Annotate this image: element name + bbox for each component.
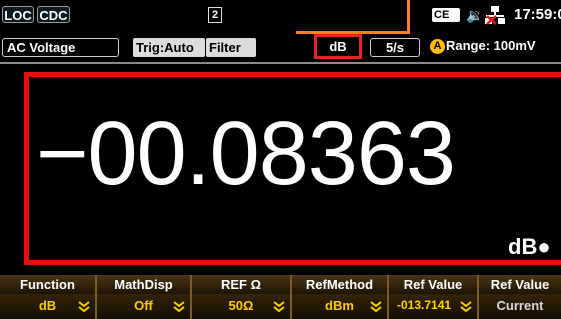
softkey-mathdisp[interactable]: MathDisp Off <box>97 275 190 319</box>
softkey-function[interactable]: Function dB <box>0 275 95 319</box>
chevron-down-icon <box>460 301 472 313</box>
callout-pointer-vertical <box>407 0 410 33</box>
clock: 17:59:00 <box>514 6 561 23</box>
softkey-ref-ohm[interactable]: REF Ω 50Ω <box>192 275 290 319</box>
softkey-ref-ohm-label: REF Ω <box>192 275 290 294</box>
mode-indicator: AC Voltage <box>2 38 119 57</box>
cdc-badge: CDC <box>37 6 70 23</box>
softkey-ref-value-label: Ref Value <box>389 275 477 294</box>
unit-label: dB <box>508 234 538 259</box>
reading-unit: dB● <box>508 234 551 260</box>
range-indicator: A Range: 100mV <box>430 38 561 57</box>
softkey-refmethod[interactable]: RefMethod dBm <box>292 275 387 319</box>
chevron-down-icon <box>370 301 382 313</box>
trigger-indicator: Trig:Auto <box>133 38 205 57</box>
memory-indicator: 2 <box>208 7 222 23</box>
filter-indicator: Filter <box>206 38 256 57</box>
range-text: Range: 100mV <box>446 38 536 53</box>
rate-indicator: 5/s <box>370 38 420 57</box>
loc-badge: LOC <box>2 6 34 23</box>
header-divider <box>0 62 561 64</box>
speaker-icon: 🔉 <box>466 7 484 23</box>
softkey-function-label: Function <box>0 275 95 294</box>
chevron-down-icon <box>173 301 185 313</box>
softkey-ref-value-current-value: Current <box>479 294 561 319</box>
multimeter-screen: LOC CDC 2 CE 🔉 17:59:00 AC Voltage Trig:… <box>0 0 561 319</box>
chevron-down-icon <box>78 301 90 313</box>
ce-label: CE <box>434 9 450 21</box>
main-reading: −00.08363 <box>36 104 456 204</box>
softkey-ref-value-current-label: Ref Value <box>479 275 561 294</box>
chevron-down-icon <box>273 301 285 313</box>
ce-icon: CE <box>432 8 460 22</box>
softkey-refmethod-label: RefMethod <box>292 275 387 294</box>
auto-range-icon: A <box>430 39 445 55</box>
unit-dot-icon: ● <box>537 234 551 259</box>
softkey-ref-value[interactable]: Ref Value -013.7141 <box>389 275 477 319</box>
softkey-ref-value-current[interactable]: Ref Value Current <box>479 275 561 319</box>
softkey-mathdisp-label: MathDisp <box>97 275 190 294</box>
network-disconnected-icon <box>485 6 505 25</box>
math-unit-indicator: dB <box>314 34 362 59</box>
